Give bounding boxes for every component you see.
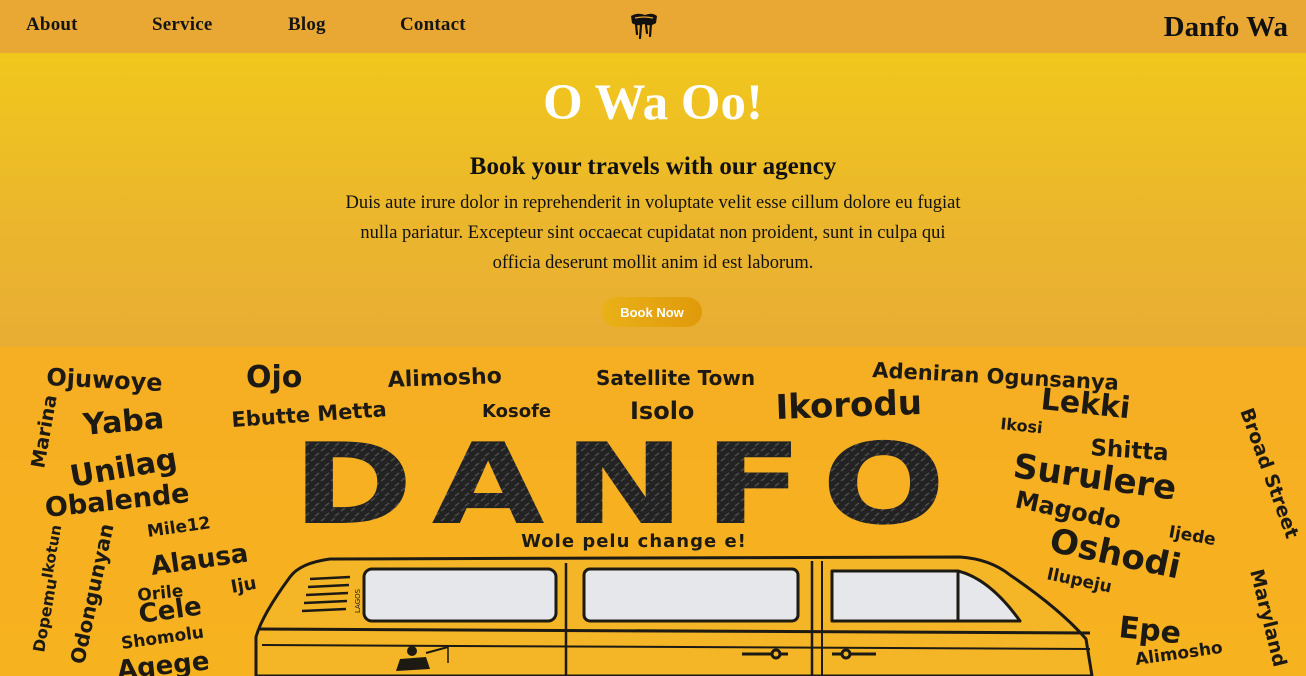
hero-subheading: Book your travels with our agency <box>469 153 837 180</box>
banner-tagline: Wole pelu change e! <box>521 531 747 552</box>
place-label: Kosofe <box>482 401 551 422</box>
van-plate-label: LAGOS <box>354 588 362 613</box>
place-label: Alimosho <box>387 364 502 393</box>
book-now-button[interactable]: Book Now <box>602 297 702 327</box>
danfo-logo-icon[interactable] <box>628 10 660 42</box>
nav-link-contact[interactable]: Contact <box>400 14 466 36</box>
hero-headline: O Wa Oo! <box>542 75 764 131</box>
top-nav: About Service Blog Contact Danfo Wa <box>0 0 1306 53</box>
nav-link-blog[interactable]: Blog <box>288 14 326 36</box>
place-label: Yaba <box>81 401 166 443</box>
nav-link-service[interactable]: Service <box>152 14 212 36</box>
danfo-bus-illustration <box>254 555 1094 676</box>
danfo-banner-image: Ojuwoye Ojo Alimosho Satellite Town Aden… <box>0 347 1306 676</box>
place-label: Ojo <box>246 360 302 395</box>
place-label: Iju <box>229 573 258 598</box>
danfo-poster: Ojuwoye Ojo Alimosho Satellite Town Aden… <box>0 347 1306 676</box>
hero-description: Duis aute irure dolor in reprehenderit i… <box>345 193 961 273</box>
hero-section: O Wa Oo! Book your travels with our agen… <box>0 53 1306 347</box>
nav-link-about[interactable]: About <box>26 14 78 36</box>
brand-title: Danfo Wa <box>1163 11 1288 43</box>
place-label: Satellite Town <box>596 366 755 390</box>
